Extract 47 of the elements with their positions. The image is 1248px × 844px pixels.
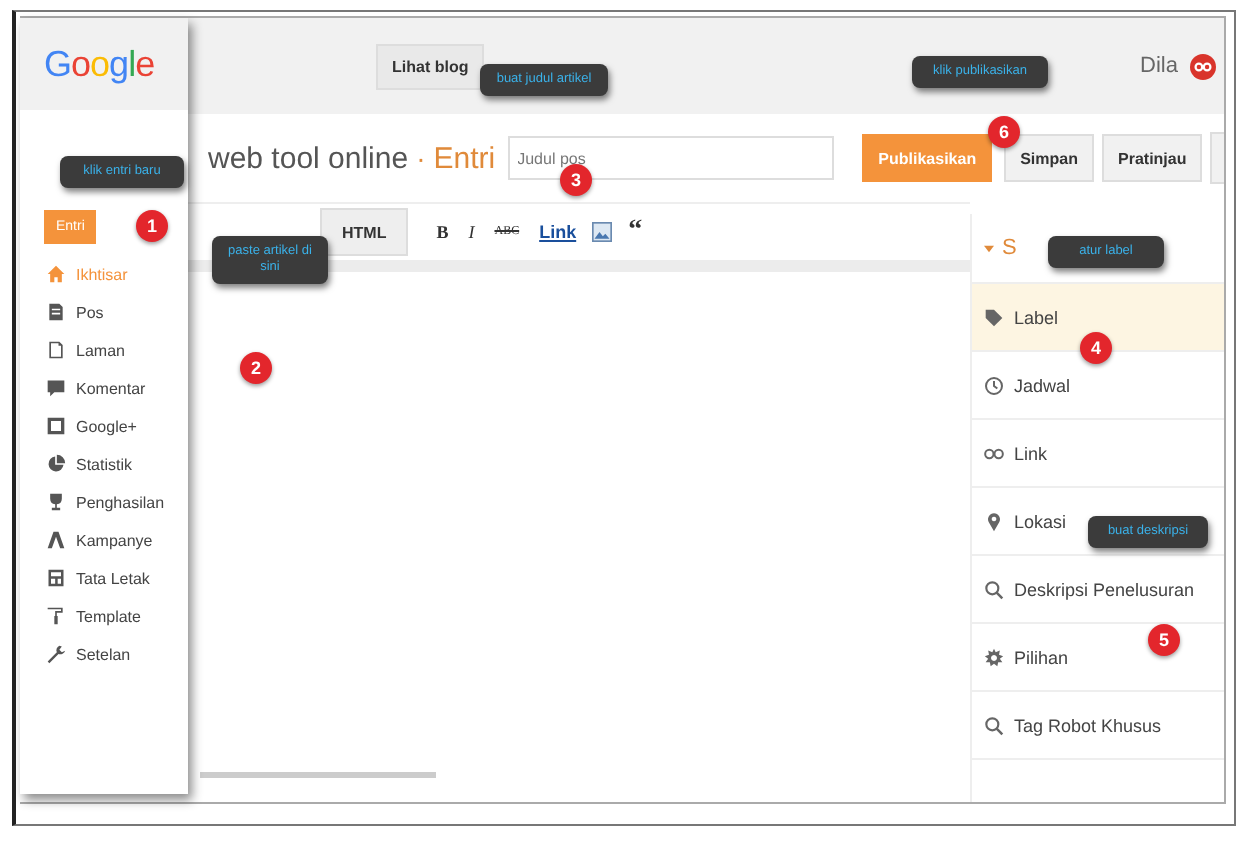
home-icon <box>46 264 66 284</box>
trophy-icon <box>46 492 66 512</box>
sidebar-item[interactable]: Tata Letak <box>46 564 188 592</box>
wrench-icon <box>46 644 66 664</box>
settings-item[interactable]: Deskripsi Penelusuran <box>972 556 1224 624</box>
caret-icon[interactable] <box>984 243 994 253</box>
tag-icon <box>984 307 1004 327</box>
document-icon <box>46 302 66 322</box>
italic-button[interactable]: I <box>464 222 479 242</box>
sidebar-item[interactable]: Penghasilan <box>46 488 188 516</box>
gear-icon <box>984 647 1004 667</box>
settings-item[interactable]: Link <box>972 420 1224 488</box>
avatar-icon[interactable] <box>1190 53 1216 79</box>
user-name: Dila <box>1140 54 1178 78</box>
sidebar-item[interactable]: Kampanye <box>46 526 188 554</box>
sidebar-item[interactable]: Setelan <box>46 640 188 668</box>
paint-roller-icon <box>46 606 66 626</box>
link-button[interactable]: Link <box>535 222 581 242</box>
sidebar-item[interactable]: Google+ <box>46 412 188 440</box>
clock-icon <box>984 375 1004 395</box>
editor-tab[interactable]: HTML <box>320 208 409 256</box>
section-title: Entri <box>433 141 496 175</box>
sidebar-item[interactable]: Komentar <box>46 374 188 402</box>
sidebar-item[interactable]: Statistik <box>46 450 188 478</box>
link-icon <box>984 443 1004 463</box>
sidebar-item[interactable]: Template <box>46 602 188 630</box>
sidebar-item[interactable]: Laman <box>46 336 188 364</box>
pin-icon <box>984 511 1004 531</box>
action-button[interactable]: Pratinjau <box>1102 134 1203 182</box>
quote-button[interactable]: “ <box>624 220 647 244</box>
blog-title: web tool online <box>208 141 409 175</box>
arch-icon <box>46 530 66 550</box>
bold-button[interactable]: B <box>432 222 453 242</box>
search-icon <box>984 715 1004 735</box>
layout-icon <box>46 568 66 588</box>
scrollbar[interactable] <box>200 772 436 778</box>
search-icon <box>984 579 1004 599</box>
pie-chart-icon <box>46 454 66 474</box>
settings-item[interactable]: Tag Robot Khusus <box>972 692 1224 760</box>
page-icon <box>46 340 66 360</box>
sidebar-item[interactable]: Pos <box>46 298 188 326</box>
comment-icon <box>46 378 66 398</box>
title-separator: · <box>416 142 426 174</box>
settings-heading: S <box>1002 236 1017 260</box>
view-blog-button[interactable]: Lihat blog <box>376 43 485 89</box>
image-icon[interactable] <box>592 222 613 242</box>
google-logo: Google <box>44 43 155 85</box>
